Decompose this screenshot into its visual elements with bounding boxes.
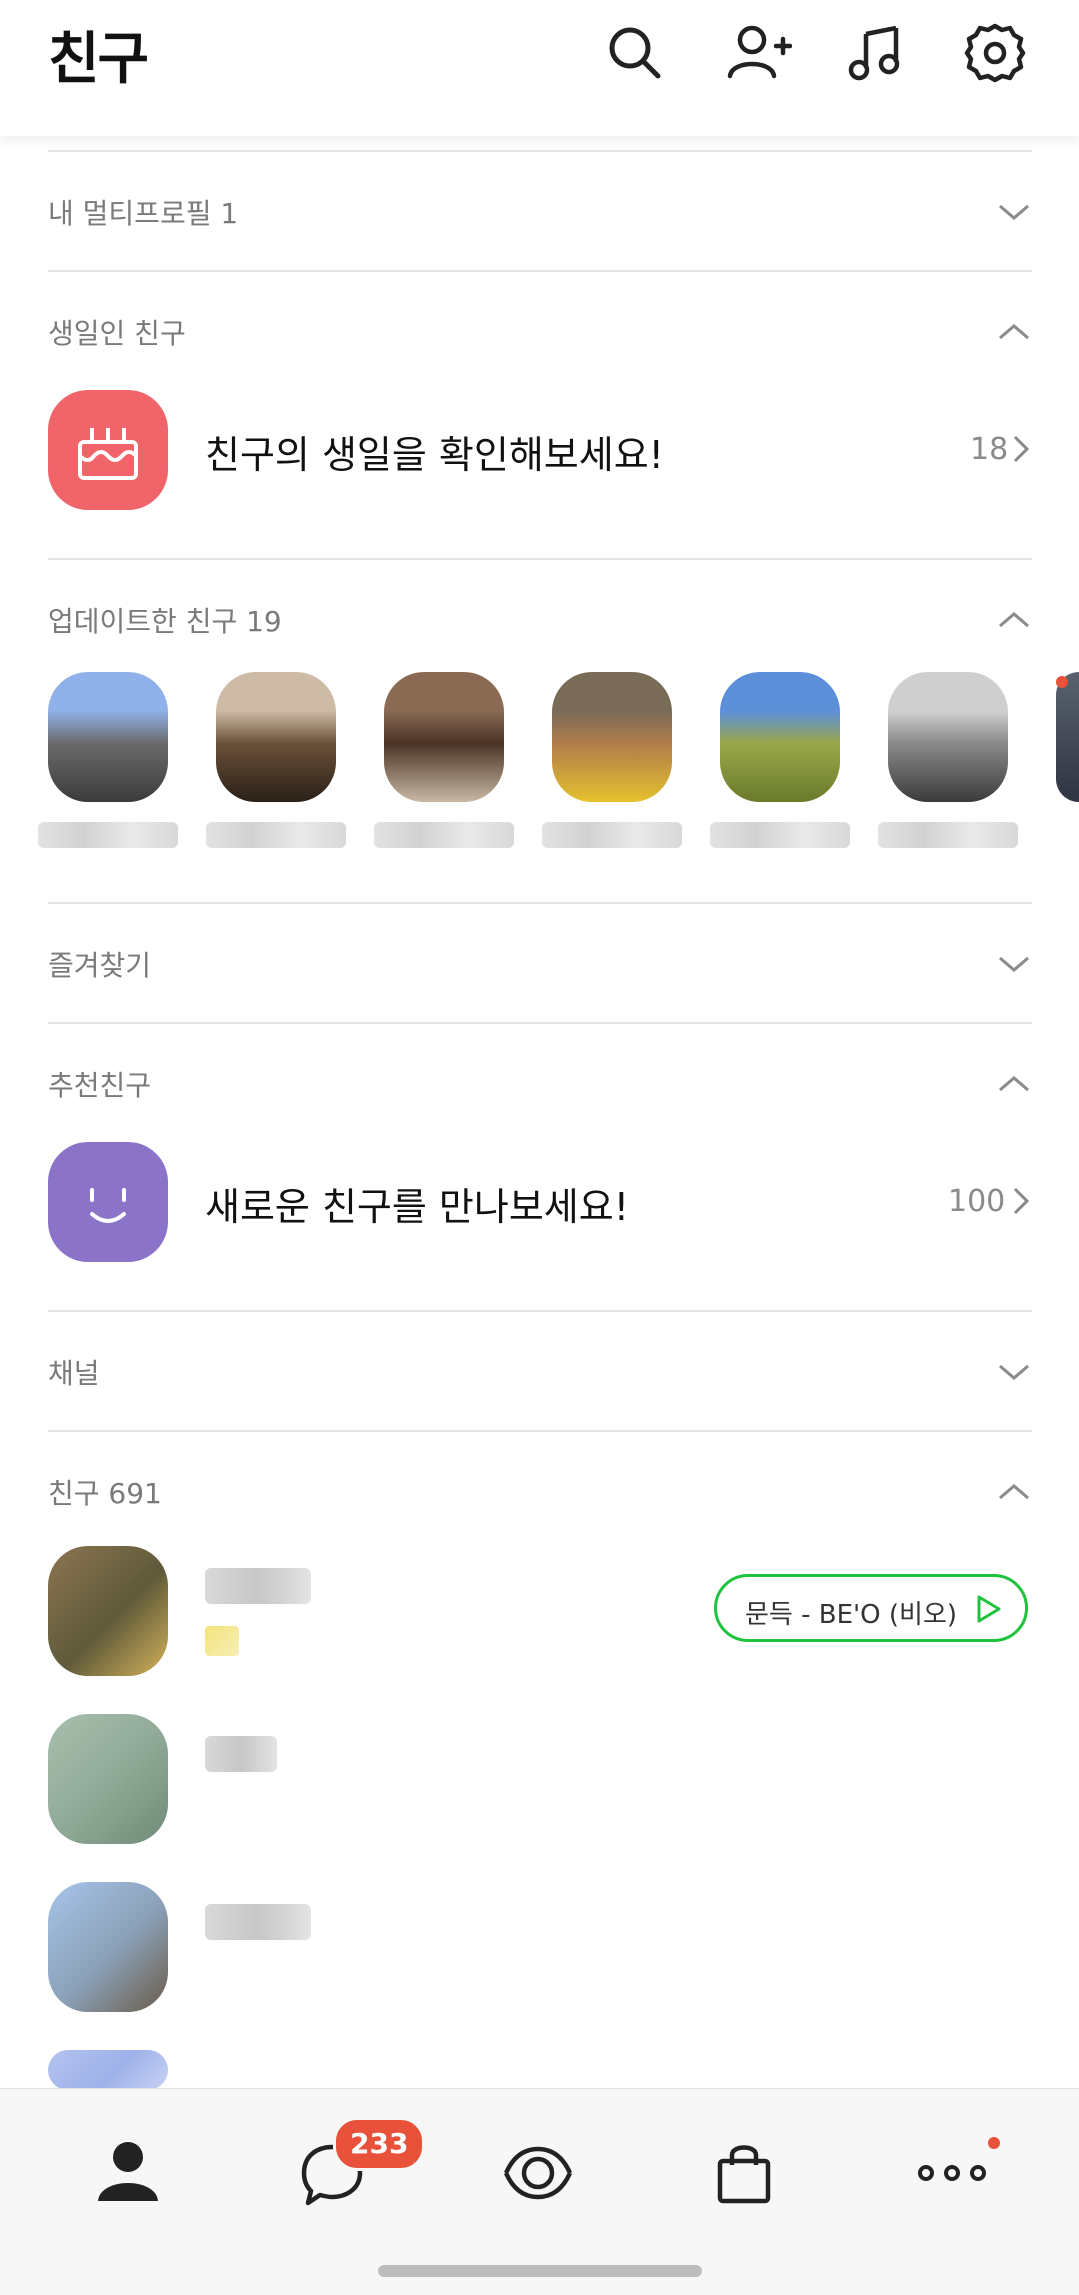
- profile-music-button[interactable]: 문득 - BE'O (비오): [714, 1574, 1028, 1642]
- friend-avatar: [48, 2050, 168, 2090]
- updated-friend-avatar: [720, 672, 840, 802]
- section-label-updated: 업데이트한 친구 19: [48, 605, 282, 638]
- updated-friend-name-blurred: [878, 822, 1018, 848]
- friend-row[interactable]: [48, 1882, 1032, 2022]
- chevron-up-icon[interactable]: [996, 608, 1032, 632]
- recommended-count: 100: [948, 1184, 1006, 1219]
- friends-tab-icon[interactable]: [88, 2133, 168, 2213]
- section-label-friends: 친구 691: [48, 1477, 162, 1510]
- updated-friend-name-blurred: [38, 822, 178, 848]
- updated-friend-avatar: [552, 672, 672, 802]
- profile-music-label: 문득 - BE'O (비오): [745, 1600, 958, 1630]
- divider: [48, 558, 1032, 560]
- updated-friend-name-blurred: [710, 822, 850, 848]
- add-friend-icon[interactable]: [722, 18, 793, 88]
- friend-name-blurred: [205, 1568, 311, 1604]
- more-new-dot: [988, 2137, 1000, 2149]
- divider: [48, 1430, 1032, 1432]
- updated-friend-avatar: [384, 672, 504, 802]
- section-label-recommended: 추천친구: [48, 1069, 152, 1102]
- chevron-down-icon[interactable]: [996, 952, 1032, 976]
- updated-friend-name-blurred: [206, 822, 346, 848]
- chevron-right-icon[interactable]: [1012, 434, 1030, 464]
- home-indicator: [378, 2265, 702, 2277]
- section-label-favorites: 즐겨찾기: [48, 949, 152, 982]
- chevron-down-icon[interactable]: [996, 1360, 1032, 1384]
- recommended-prompt[interactable]: 새로운 친구를 만나보세요!: [205, 1176, 629, 1231]
- updated-friends-strip: [0, 672, 1079, 852]
- section-label-multiprofile: 내 멀티프로필 1: [48, 197, 239, 230]
- divider: [48, 1022, 1032, 1024]
- birthday-prompt[interactable]: 친구의 생일을 확인해보세요!: [205, 424, 664, 479]
- more-tab-icon[interactable]: [912, 2133, 992, 2213]
- updated-friend-avatar: [216, 672, 336, 802]
- updated-friend-avatar: [888, 672, 1008, 802]
- birthday-count: 18: [970, 432, 1009, 467]
- updated-friend-name-blurred: [374, 822, 514, 848]
- birthday-cake-icon[interactable]: [48, 390, 168, 510]
- friend-avatar: [48, 1882, 168, 2012]
- new-dot: [1056, 676, 1068, 688]
- page-title: 친구: [48, 27, 149, 92]
- chevron-right-icon[interactable]: [1012, 1186, 1030, 1216]
- chevron-up-icon[interactable]: [996, 320, 1032, 344]
- section-label-birthday: 생일인 친구: [48, 317, 186, 350]
- divider: [48, 1310, 1032, 1312]
- chevron-up-icon[interactable]: [996, 1480, 1032, 1504]
- friend-avatar: [48, 1546, 168, 1676]
- bottom-tab-bar: 233: [0, 2088, 1079, 2295]
- divider: [48, 902, 1032, 904]
- updated-friend-avatar: [1056, 672, 1079, 802]
- updated-friend-name-blurred: [542, 822, 682, 848]
- friend-row[interactable]: [48, 1714, 1032, 1854]
- chat-unread-badge: 233: [333, 2117, 426, 2171]
- music-icon[interactable]: [842, 18, 912, 88]
- chevron-down-icon[interactable]: [996, 200, 1032, 224]
- friend-name-blurred: [205, 1736, 277, 1772]
- play-icon: [977, 1595, 1001, 1623]
- divider: [48, 270, 1032, 272]
- updated-friend-avatar: [48, 672, 168, 802]
- friend-avatar: [48, 1714, 168, 1844]
- view-tab-icon[interactable]: [498, 2133, 578, 2213]
- friend-status-emoji: [205, 1626, 239, 1656]
- settings-icon[interactable]: [960, 18, 1030, 88]
- section-label-channel: 채널: [48, 1357, 100, 1390]
- top-bar: 친구: [0, 0, 1079, 136]
- chevron-up-icon[interactable]: [996, 1072, 1032, 1096]
- friend-name-blurred: [205, 1904, 311, 1940]
- divider: [48, 150, 1032, 152]
- shopping-tab-icon[interactable]: [704, 2133, 784, 2213]
- search-icon[interactable]: [600, 18, 670, 88]
- smile-face-icon[interactable]: [48, 1142, 168, 1262]
